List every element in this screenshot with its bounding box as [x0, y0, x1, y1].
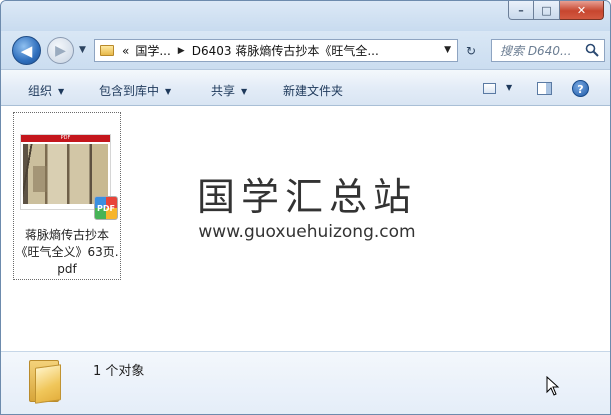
address-dropdown-icon[interactable]: ▼ [444, 45, 451, 55]
folder-icon [100, 45, 114, 56]
breadcrumb-current[interactable]: D6403 蒋脉熵传古抄本《旺气全... [192, 42, 379, 59]
minimize-button[interactable]: – [508, 1, 534, 20]
arrow-right-icon: ▶ [55, 42, 66, 59]
watermark-url: www.guoxuehuizong.com [198, 222, 416, 242]
mouse-pointer-icon [546, 376, 560, 396]
include-in-library-menu[interactable]: 包含到库中 ▼ [99, 82, 171, 99]
arrow-left-icon: ◀ [20, 41, 33, 60]
file-name-label[interactable]: 蒋脉熵传古抄本《旺气全义》63页.pdf [14, 227, 120, 278]
close-button[interactable]: ✕ [560, 1, 604, 20]
view-options-dropdown[interactable]: ▼ [506, 83, 512, 92]
breadcrumb-root[interactable]: 国学... [135, 42, 170, 59]
organize-menu[interactable]: 组织 ▼ [28, 82, 64, 99]
pdf-badge-label: PDF [97, 204, 115, 213]
breadcrumb-separator-icon[interactable]: ▶ [178, 46, 185, 56]
search-icon[interactable] [585, 43, 599, 57]
new-folder-label: 新建文件夹 [283, 84, 344, 98]
pdf-file-icon: PDF [94, 196, 118, 220]
back-button[interactable]: ◀ [12, 36, 41, 65]
preview-pane-icon[interactable] [537, 82, 552, 95]
thumbnail-band-label: PDF [60, 135, 71, 141]
chevron-down-icon: ▼ [79, 45, 86, 55]
thumbnail-header-band: PDF [21, 135, 110, 142]
title-bar: – □ ✕ [1, 1, 610, 31]
maximize-button[interactable]: □ [534, 1, 560, 20]
change-view-icon[interactable] [483, 83, 496, 94]
share-menu[interactable]: 共享 ▼ [211, 82, 247, 99]
refresh-button[interactable]: ↻ [461, 42, 481, 60]
include-library-label: 包含到库中 [99, 84, 160, 98]
caption-buttons: – □ ✕ [508, 1, 604, 20]
command-bar: 组织 ▼ 包含到库中 ▼ 共享 ▼ 新建文件夹 ▼ ? [1, 69, 610, 106]
address-prefix[interactable]: « [122, 44, 129, 58]
search-input[interactable]: 搜索 D640... [500, 42, 571, 59]
book-photo-image [23, 144, 108, 204]
folder-icon [29, 360, 63, 404]
details-pane: 1 个对象 [1, 351, 610, 414]
help-icon[interactable]: ? [572, 80, 589, 97]
file-item[interactable]: PDF PDF 蒋脉熵传古抄本《旺气全义》63页.pdf [13, 112, 121, 280]
chevron-down-icon: ▼ [241, 87, 248, 96]
navigation-bar: ◀ ▶ ▼ « 国学... ▶ D6403 蒋脉熵传古抄本《旺气全... ▼ ↻… [1, 31, 610, 69]
recent-pages-dropdown[interactable]: ▼ [79, 45, 86, 55]
watermark-title: 国学汇总站 [196, 175, 417, 219]
search-box[interactable]: 搜索 D640... [491, 39, 605, 62]
chevron-down-icon: ▼ [58, 87, 65, 96]
address-bar[interactable]: « 国学... ▶ D6403 蒋脉熵传古抄本《旺气全... ▼ [94, 39, 458, 62]
explorer-window: – □ ✕ ◀ ▶ ▼ « 国学... ▶ D6403 蒋脉熵传古抄本《旺气全.… [0, 0, 611, 415]
forward-button[interactable]: ▶ [47, 37, 74, 64]
organize-label: 组织 [28, 84, 53, 98]
share-label: 共享 [211, 84, 236, 98]
item-count: 1 个对象 [93, 364, 145, 379]
chevron-down-icon: ▼ [165, 87, 172, 96]
file-list-area[interactable]: PDF PDF 蒋脉熵传古抄本《旺气全义》63页.pdf 国学汇总站 www.g… [1, 106, 610, 351]
new-folder-button[interactable]: 新建文件夹 [283, 82, 343, 99]
